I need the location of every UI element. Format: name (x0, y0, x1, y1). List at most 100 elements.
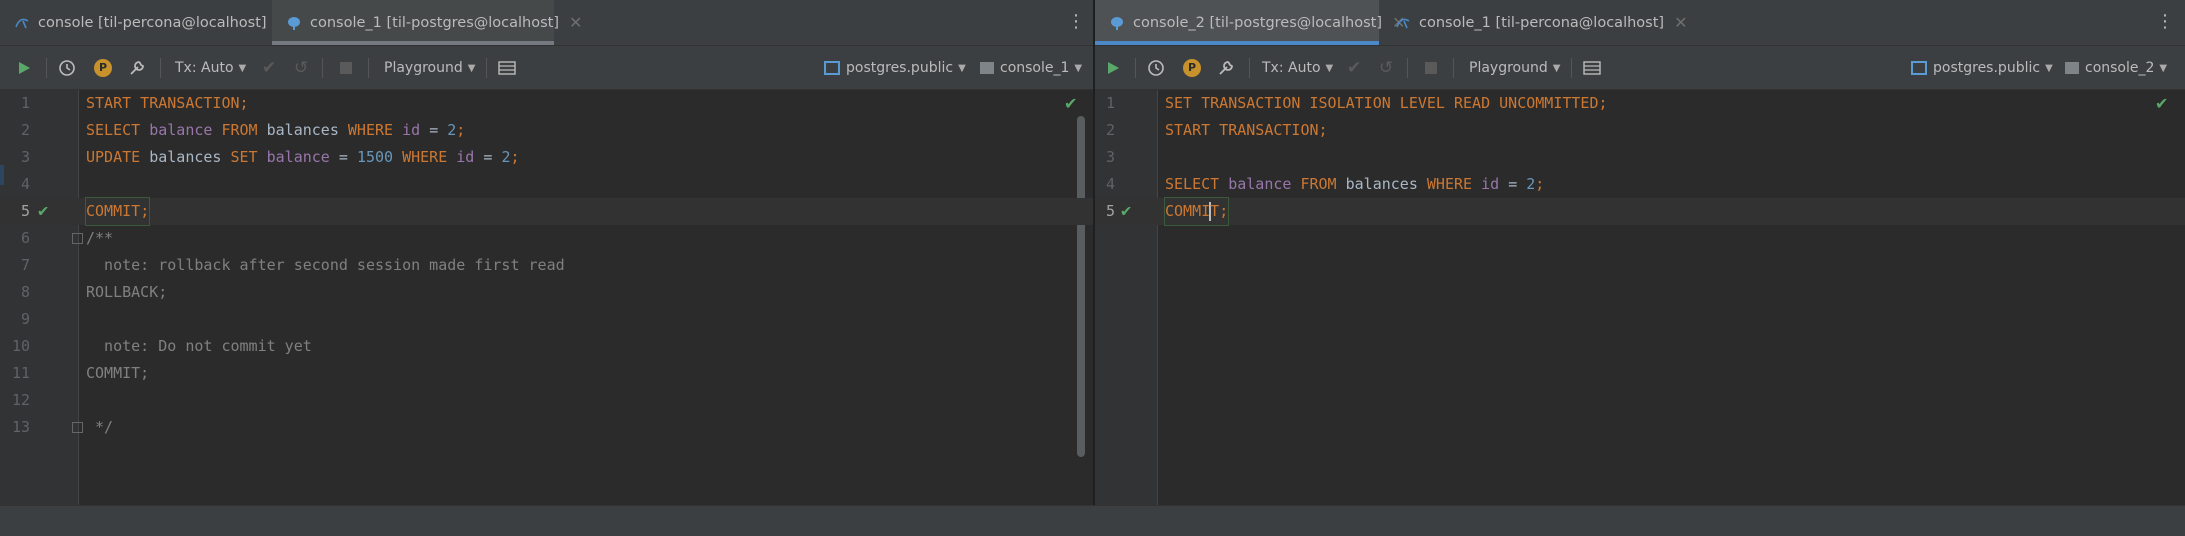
code-line: 8 ROLLBACK; (20, 283, 168, 301)
rollback-button[interactable]: ↺ (1379, 56, 1393, 80)
left-editor-pane: console [til-percona@localhost] ✕ consol… (0, 0, 1093, 505)
checkmark-icon: ✔ (1347, 58, 1362, 78)
session-icon (980, 62, 994, 74)
undo-icon: ↺ (1379, 58, 1394, 78)
stop-button[interactable] (340, 56, 352, 80)
playground-label: Playground (384, 60, 463, 76)
executed-checkmark-icon: ✔ (38, 201, 49, 221)
settings-button[interactable] (128, 56, 146, 80)
checkmark-icon: ✔ (262, 58, 277, 78)
right-tab-bar: console_2 [til-postgres@localhost] ✕ con… (1095, 0, 2185, 46)
chevron-down-icon: ▼ (1074, 62, 1083, 74)
tab-label: console [til-percona@localhost] (38, 14, 267, 31)
mysql-icon (1395, 14, 1411, 32)
tx-mode-dropdown[interactable]: Tx: Auto ▼ (1262, 56, 1333, 80)
run-icon (19, 62, 30, 74)
table-icon (498, 61, 516, 75)
toolbar-separator (322, 58, 323, 78)
more-options-icon[interactable]: ⋮ (2155, 12, 2175, 32)
close-icon[interactable]: ✕ (569, 13, 582, 32)
status-bar (0, 505, 2185, 536)
code-line: 10 note: Do not commit yet (11, 337, 312, 355)
commit-button[interactable]: ✔ (262, 56, 276, 80)
pending-icon: P (94, 59, 112, 77)
right-editor-pane: console_2 [til-postgres@localhost] ✕ con… (1095, 0, 2185, 505)
code-line: 2 SELECT balance FROM balances WHERE id … (20, 121, 466, 139)
rollback-button[interactable]: ↺ (294, 56, 308, 80)
tab-console-percona[interactable]: console [til-percona@localhost] ✕ (0, 0, 290, 45)
fold-icon[interactable] (72, 233, 83, 244)
chevron-down-icon: ▼ (958, 62, 966, 74)
session-selector[interactable]: console_2 ▼ (2065, 56, 2167, 80)
session-selector[interactable]: console_1 ▼ (980, 56, 1082, 80)
session-icon (2065, 62, 2079, 74)
run-icon (1108, 62, 1119, 74)
clock-icon (59, 60, 75, 76)
tab-label: console_2 [til-postgres@localhost] (1133, 14, 1383, 31)
tab-console-1-percona[interactable]: console_1 [til-percona@localhost] ✕ (1381, 0, 1687, 45)
session-label: console_1 (1000, 60, 1070, 76)
clock-icon (1148, 60, 1164, 76)
playground-dropdown[interactable]: Playground ▼ (1469, 56, 1560, 80)
left-sql-editor[interactable]: ✔ 1 START TRANSACTION; 2 SELECT balance … (0, 90, 1093, 505)
tx-mode-label: Tx: Auto (175, 60, 234, 76)
close-icon[interactable]: ✕ (1674, 13, 1687, 32)
execute-button[interactable] (16, 56, 32, 80)
playground-dropdown[interactable]: Playground ▼ (384, 56, 475, 80)
more-options-icon[interactable]: ⋮ (1066, 12, 1086, 32)
schema-label: postgres.public (1933, 60, 2041, 76)
stop-button[interactable] (1425, 56, 1437, 80)
toolbar-separator (368, 58, 369, 78)
table-view-button[interactable] (1583, 56, 1601, 80)
history-button[interactable] (58, 56, 76, 80)
table-view-button[interactable] (498, 56, 516, 80)
code-line: 1 SET TRANSACTION ISOLATION LEVEL READ U… (1105, 94, 1608, 112)
history-button[interactable] (1147, 56, 1165, 80)
code-line: 9 (20, 310, 30, 328)
settings-button[interactable] (1217, 56, 1235, 80)
fold-icon[interactable] (72, 422, 83, 433)
toolbar-separator (1571, 58, 1572, 78)
code-line: 4 (20, 175, 30, 193)
tab-console-1-postgres[interactable]: console_1 [til-postgres@localhost] ✕ (272, 0, 582, 45)
toolbar-separator (486, 58, 487, 78)
right-sql-editor[interactable]: ✔ 1 SET TRANSACTION ISOLATION LEVEL READ… (1095, 90, 2185, 505)
wrench-icon (130, 61, 144, 75)
schema-selector[interactable]: postgres.public ▼ (824, 56, 966, 80)
pending-changes-badge[interactable]: P (1183, 56, 1201, 80)
tab-console-2-postgres[interactable]: console_2 [til-postgres@localhost] ✕ (1095, 0, 1405, 45)
toolbar-separator (1249, 58, 1250, 78)
schema-selector[interactable]: postgres.public ▼ (1911, 56, 2053, 80)
code-line: 13 */ (11, 418, 114, 436)
execute-button[interactable] (1105, 56, 1121, 80)
code-line-current: 5 ✔ COMMIT; (0, 197, 1093, 226)
schema-icon (1911, 61, 1927, 75)
code-line: 3 UPDATE balances SET balance = 1500 WHE… (20, 148, 520, 166)
tx-mode-dropdown[interactable]: Tx: Auto ▼ (175, 56, 246, 80)
code-line: 7 note: rollback after second session ma… (20, 256, 565, 274)
chevron-down-icon: ▼ (1325, 62, 1334, 74)
playground-label: Playground (1469, 60, 1548, 76)
code-line: 6 /** (20, 229, 114, 247)
chevron-down-icon: ▼ (467, 62, 476, 74)
executed-checkmark-icon: ✔ (1121, 201, 1132, 221)
chevron-down-icon: ▼ (238, 62, 247, 74)
chevron-down-icon: ▼ (1552, 62, 1561, 74)
session-label: console_2 (2085, 60, 2155, 76)
stop-icon (1425, 62, 1437, 74)
code-line: 2 START TRANSACTION; (1105, 121, 1328, 139)
pending-changes-badge[interactable]: P (94, 56, 112, 80)
mysql-icon (14, 14, 30, 32)
code-line: 11 COMMIT; (11, 364, 150, 382)
postgres-icon (286, 14, 302, 32)
toolbar-separator (1407, 58, 1408, 78)
undo-icon: ↺ (294, 58, 309, 78)
tab-label: console_1 [til-postgres@localhost] (310, 14, 560, 31)
code-line: 3 (1105, 148, 1115, 166)
commit-button[interactable]: ✔ (1347, 56, 1361, 80)
schema-label: postgres.public (846, 60, 954, 76)
wrench-icon (1219, 61, 1233, 75)
code-line: 12 (11, 391, 30, 409)
left-toolbar: P Tx: Auto ▼ ✔ ↺ Playground ▼ postgres.pub… (0, 46, 1093, 90)
tx-mode-label: Tx: Auto (1262, 60, 1321, 76)
